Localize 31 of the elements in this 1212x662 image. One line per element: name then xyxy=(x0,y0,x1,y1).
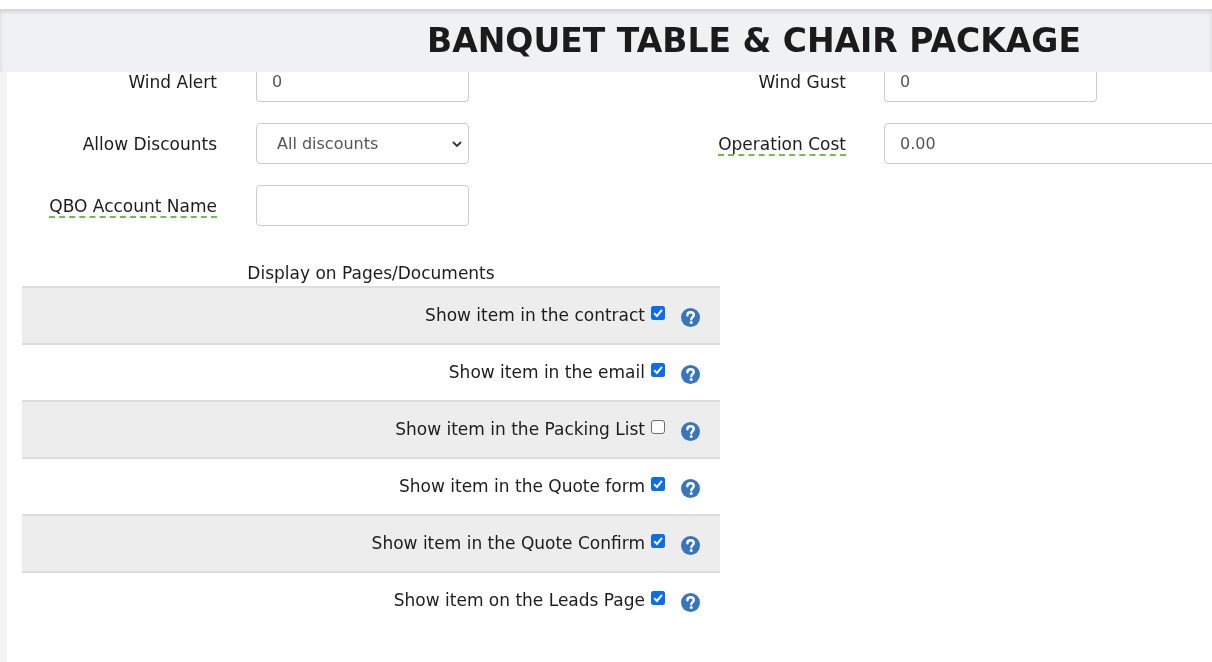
field-label: QBO Account Name xyxy=(49,194,217,217)
option-label: Show item in the Quote form xyxy=(399,474,645,498)
text-field[interactable] xyxy=(256,185,469,226)
help-icon[interactable] xyxy=(681,422,700,441)
page-title: BANQUET TABLE & CHAIR PACKAGE xyxy=(426,20,1082,61)
section-heading: Display on Pages/Documents xyxy=(247,262,495,286)
discount-select[interactable]: All discounts xyxy=(256,123,469,164)
help-icon[interactable] xyxy=(681,479,700,498)
option-label: Show item in the Quote Confirm xyxy=(371,531,645,555)
checkbox[interactable] xyxy=(651,305,665,320)
field-label: Allow Discounts xyxy=(82,132,217,155)
chevron-down-icon xyxy=(452,140,462,147)
option-label: Show item in the email xyxy=(448,360,645,384)
help-icon[interactable] xyxy=(681,536,700,555)
option-label: Show item on the Leads Page xyxy=(393,588,645,612)
checkbox[interactable] xyxy=(651,533,665,548)
text-field[interactable]: 0 xyxy=(256,72,469,102)
field-label: Wind Gust xyxy=(758,71,846,93)
checkbox[interactable] xyxy=(651,362,665,377)
field-label: Operation Cost xyxy=(718,132,846,155)
text-field[interactable]: 0.00 xyxy=(884,123,1212,164)
checkbox[interactable] xyxy=(651,476,665,491)
option-label: Show item in the Packing List xyxy=(395,417,645,441)
help-icon[interactable] xyxy=(681,593,700,612)
checkbox[interactable] xyxy=(651,590,665,605)
field-label: Wind Alert xyxy=(128,71,217,93)
text-field[interactable]: 0 xyxy=(884,72,1097,102)
checkbox[interactable] xyxy=(651,419,665,434)
help-icon[interactable] xyxy=(681,365,700,384)
option-label: Show item in the contract xyxy=(425,303,645,327)
help-icon[interactable] xyxy=(681,308,700,327)
